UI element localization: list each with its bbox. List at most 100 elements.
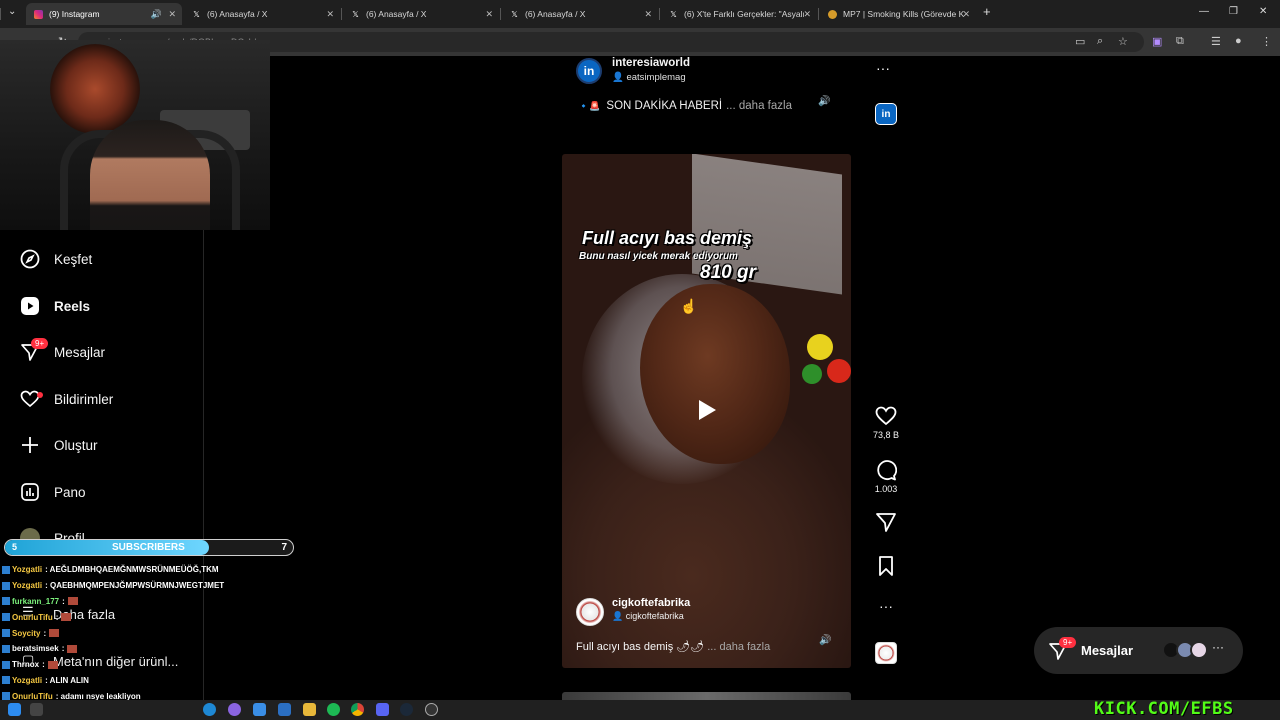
reel-caption[interactable]: Full acıyı bas demiş 🌶🌶 ... daha fazla [576, 640, 770, 653]
hand-cursor-icon: ☝ [680, 298, 698, 314]
reel-author-name[interactable]: cigkoftefabrika [612, 597, 690, 609]
chat-message: OnurluTifu: [0, 609, 290, 625]
copilot-icon[interactable] [228, 703, 241, 716]
tab-x-1[interactable]: 𝕏 (6) Anasayfa / X ✕ [184, 3, 340, 25]
chat-username[interactable]: furkann_177 [12, 597, 59, 606]
next-reel-preview[interactable] [562, 692, 851, 700]
pepper-green [802, 364, 822, 384]
chat-username[interactable]: Yozgatli [12, 565, 42, 574]
extension-icon[interactable]: ▣ [1152, 35, 1162, 48]
steam-icon[interactable] [400, 703, 413, 716]
profile-icon[interactable]: ● [1235, 35, 1242, 47]
tab-csgo[interactable]: MP7 | Smoking Kills (Görevde K ✕ [820, 3, 976, 25]
prev-reel-audio[interactable]: 👤 eatsimplemag [612, 72, 686, 83]
store-icon[interactable] [253, 703, 266, 716]
tab-instagram[interactable]: (9) Instagram 🔊 ✕ [26, 3, 182, 25]
sidebar-item-notifications[interactable]: Bildirimler [20, 385, 113, 413]
like-count: 73,8 B [872, 430, 900, 440]
minimize-icon[interactable]: — [1199, 6, 1209, 17]
messages-pill-label: Mesajlar [1081, 643, 1134, 658]
new-tab-button[interactable]: + [983, 4, 991, 19]
reel-author-avatar[interactable] [576, 598, 604, 626]
prev-reel-account[interactable]: interesiaworld [612, 57, 690, 69]
reel-audio-thumbnail[interactable] [875, 642, 897, 664]
contact-avatar[interactable] [1190, 641, 1208, 659]
chat-text: : AEĞLDMBHQAEMĞNMWSRÜNMEÜÖĞ,TKM [45, 565, 219, 575]
sidebar-item-dashboard[interactable]: Pano [20, 478, 86, 506]
instagram-icon [34, 9, 43, 19]
restore-icon[interactable]: ❐ [1229, 6, 1238, 17]
chat-username[interactable]: Yozgatli [12, 676, 42, 685]
sidepanel-icon[interactable]: ☰ [1211, 35, 1221, 48]
chat-text: : [62, 596, 65, 606]
tab-x-3[interactable]: 𝕏 (6) Anasayfa / X ✕ [502, 3, 658, 25]
more-options-button[interactable]: ··· [869, 598, 903, 614]
close-tab-icon[interactable]: ✕ [644, 9, 652, 20]
close-tab-icon[interactable]: ✕ [962, 9, 970, 20]
play-icon[interactable] [693, 397, 719, 423]
chat-username[interactable]: beratsimsek [12, 644, 59, 653]
prev-reel-caption[interactable]: 🔹🚨 SON DAKİKA HABERİ ... daha fazla [578, 100, 792, 112]
like-button[interactable]: 73,8 B [869, 405, 903, 440]
save-button[interactable] [869, 555, 903, 580]
close-tab-icon[interactable]: ✕ [803, 9, 811, 20]
messages-badge: 9+ [31, 338, 49, 349]
kebab-menu-icon[interactable]: ⋮ [1261, 35, 1272, 48]
cast-icon[interactable]: ▭ [1075, 35, 1085, 48]
reel-video[interactable]: Full acıyı bas demiş Bunu nasıl yicek me… [562, 154, 851, 668]
kick-badge-icon [2, 629, 10, 638]
compass-icon [20, 249, 40, 269]
chat-username[interactable]: Soycity [12, 629, 40, 638]
sidebar-item-messages[interactable]: 9+ Mesajlar [20, 338, 105, 366]
discord-icon[interactable] [376, 703, 389, 716]
tab-x-2[interactable]: 𝕏 (6) Anasayfa / X ✕ [343, 3, 499, 25]
spotify-icon[interactable] [327, 703, 340, 716]
chrome-icon[interactable] [351, 703, 364, 716]
reels-icon [20, 296, 40, 316]
obs-icon[interactable] [425, 703, 438, 716]
tab-search-icon[interactable]: ⌄ [8, 6, 16, 17]
zoom-icon[interactable]: ⌕ [1097, 35, 1103, 48]
chat-username[interactable]: OnurluTifu [12, 613, 53, 622]
tab-x-4[interactable]: 𝕏 (6) X'te Farklı Gerçekler: "Asyalı ✕ [661, 3, 817, 25]
puzzle-icon[interactable]: ⧉ [1176, 35, 1184, 48]
chat-text: : [43, 628, 47, 638]
stream-chat: Yozgatli: AEĞLDMBHQAEMĞNMWSRÜNMEÜÖĞ,TKM Y… [0, 562, 290, 720]
more-contacts-icon[interactable]: ··· [1212, 640, 1224, 654]
chat-username[interactable]: Yozgatli [12, 581, 42, 590]
sidebar-item-reels[interactable]: Reels [20, 292, 90, 320]
search-icon[interactable] [30, 703, 43, 716]
close-tab-icon[interactable]: ✕ [326, 9, 334, 20]
bookmark-star-icon[interactable]: ☆ [1118, 35, 1128, 48]
streamer-webcam [0, 40, 270, 230]
comment-icon [877, 460, 897, 481]
emote-icon [67, 597, 78, 606]
share-button[interactable] [869, 511, 903, 536]
close-tab-icon[interactable]: ✕ [485, 9, 493, 20]
edge-icon[interactable] [203, 703, 216, 716]
comment-button[interactable]: 1.003 [869, 459, 903, 494]
close-window-icon[interactable]: ✕ [1259, 6, 1267, 17]
kick-badge-icon [2, 676, 10, 685]
chat-message: Yozgatli: AEĞLDMBHQAEMĞNMWSRÜNMEÜÖĞ,TKM [0, 562, 290, 578]
start-icon[interactable] [8, 703, 21, 716]
mute-tab-icon[interactable]: 🔊 [151, 9, 162, 20]
messages-pill[interactable]: 9+ Mesajlar ··· [1034, 627, 1243, 674]
more-options-icon[interactable]: ··· [876, 60, 890, 76]
kick-badge-icon [2, 565, 10, 574]
prev-reel-side-avatar[interactable]: in [875, 103, 897, 125]
folder-icon[interactable] [303, 703, 316, 716]
sidebar-item-create[interactable]: Oluştur [20, 431, 98, 459]
volume-icon[interactable]: 🔊 [818, 96, 834, 112]
chat-text: : QAEBHMQMPENJĞMPWSÜRMNJWEGTJMET [45, 581, 225, 591]
volume-icon[interactable]: 🔊 [819, 635, 831, 646]
outlook-icon[interactable] [278, 703, 291, 716]
csgo-icon [828, 9, 837, 19]
close-tab-icon[interactable]: ✕ [168, 9, 176, 20]
chat-username[interactable]: Thrnox [12, 660, 39, 669]
chat-message: Yozgatli: QAEBHMQMPENJĞMPWSÜRMNJWEGTJMET [0, 578, 290, 594]
reel-audio[interactable]: 👤 cigkoftefabrika [612, 611, 684, 622]
sidebar-item-explore[interactable]: Keşfet [20, 245, 92, 273]
prev-reel-avatar[interactable]: in [576, 58, 602, 84]
messenger-icon: 9+ [20, 338, 49, 362]
